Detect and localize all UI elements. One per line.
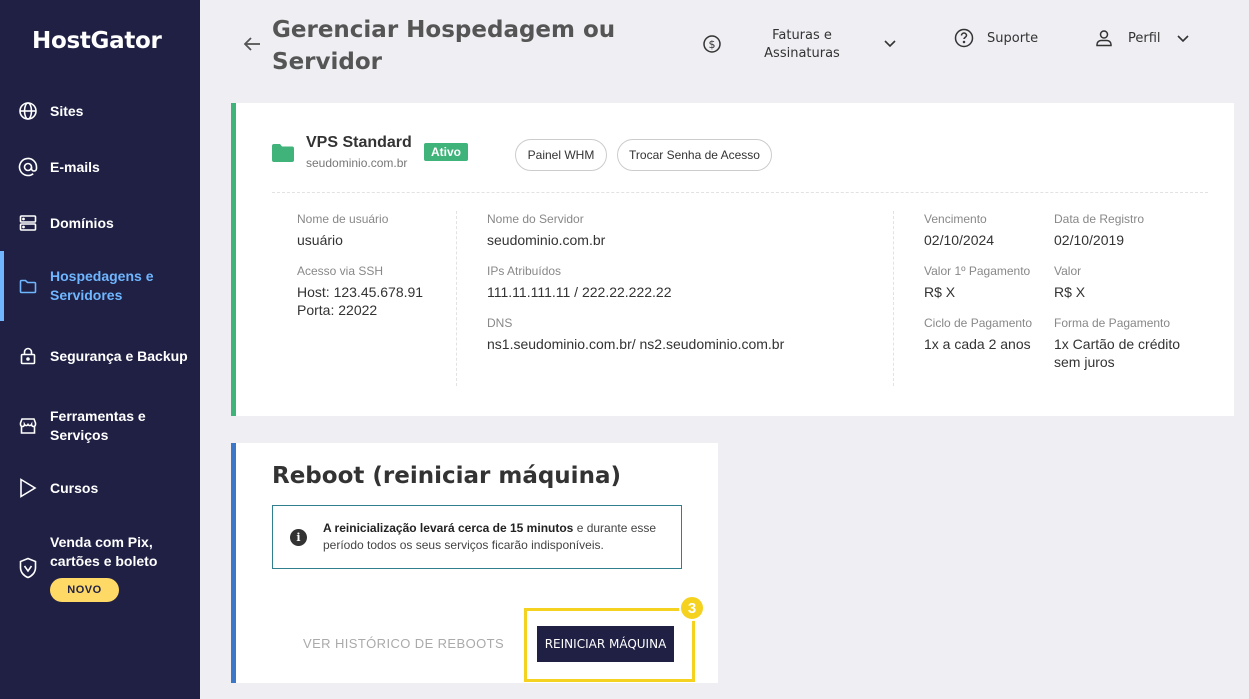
play-icon xyxy=(18,478,38,498)
first-payment-value: R$ X xyxy=(924,284,956,300)
due-date-value: 02/10/2024 xyxy=(924,232,995,248)
value-label: Valor xyxy=(1054,264,1082,278)
sidebar-item-label: E-mails xyxy=(50,158,100,175)
column-divider xyxy=(893,211,894,386)
reboot-title: Reboot (reiniciar máquina) xyxy=(272,463,621,489)
reboot-history-link[interactable]: VER HISTÓRICO DE REBOOTS xyxy=(303,636,504,651)
billing-chevron-down-icon[interactable] xyxy=(882,35,898,51)
at-icon xyxy=(18,157,38,177)
dns-value: ns1.seudominio.com.br/ ns2.seudominio.co… xyxy=(487,336,785,352)
hostgator-logo[interactable]: HostGator xyxy=(32,28,162,54)
registration-date-value: 02/10/2019 xyxy=(1054,232,1125,248)
username-label: Nome de usuário xyxy=(297,212,389,226)
sidebar-item-label: Sites xyxy=(50,102,84,119)
ssh-port-value: Porta: 22022 xyxy=(297,302,378,318)
server-icon xyxy=(18,213,38,233)
folder-icon xyxy=(272,144,294,167)
sidebar-item-label: Domínios xyxy=(50,214,114,231)
sidebar-item-venda-pix[interactable]: Venda com Pix, cartões e boleto xyxy=(0,532,200,579)
due-date-label: Vencimento xyxy=(924,212,987,226)
help-icon xyxy=(954,28,974,48)
reboot-info-bold: A reinicialização levará cerca de 15 min… xyxy=(323,521,574,535)
username-value: usuário xyxy=(297,232,343,248)
billing-menu[interactable]: Faturas e Assinaturas xyxy=(752,27,852,63)
payment-cycle-value: 1x a cada 2 anos xyxy=(924,336,1031,352)
sidebar-item-label: Cursos xyxy=(50,479,99,496)
novo-badge: NOVO xyxy=(50,578,119,602)
profile-chevron-down-icon xyxy=(1176,35,1189,43)
dns-label: DNS xyxy=(487,316,513,330)
sidebar-item-seguranca[interactable]: Segurança e Backup xyxy=(0,336,200,376)
reboot-info-box: i A reinicialização levará cerca de 15 m… xyxy=(272,505,682,569)
step-badge: 3 xyxy=(679,595,705,621)
page-title: Gerenciar Hospedagem ou Servidor xyxy=(272,17,616,75)
sidebar-item-emails[interactable]: E-mails xyxy=(0,157,200,177)
ssh-host-value: Host: 123.45.678.91 xyxy=(297,284,424,300)
support-menu[interactable]: Suporte xyxy=(954,28,1038,48)
shield-icon xyxy=(18,557,38,579)
sidebar-item-hospedagens[interactable]: Hospedagens e Servidores xyxy=(0,251,200,321)
value-value: R$ X xyxy=(1054,284,1086,300)
user-icon xyxy=(1096,30,1112,47)
change-password-button[interactable]: Trocar Senha de Acesso xyxy=(617,139,772,171)
reboot-card: Reboot (reiniciar máquina) i A reinicial… xyxy=(231,443,718,683)
profile-label: Perfil xyxy=(1128,30,1161,46)
sidebar-item-label: Segurança e Backup xyxy=(50,347,188,364)
ips-value: 111.11.111.11 / 222.22.222.22 xyxy=(487,284,672,300)
sidebar-item-sites[interactable]: Sites xyxy=(0,101,200,121)
first-payment-label: Valor 1º Pagamento xyxy=(924,264,1031,278)
server-name-value: seudominio.com.br xyxy=(487,232,606,248)
billing-icon[interactable]: $ xyxy=(702,34,722,54)
info-icon: i xyxy=(290,529,307,546)
payment-cycle-label: Ciclo de Pagamento xyxy=(924,316,1033,330)
payment-method-value: 1x Cartão de crédito sem juros xyxy=(1054,336,1181,370)
restart-machine-button[interactable]: REINICIAR MÁQUINA xyxy=(537,626,674,662)
profile-menu[interactable]: Perfil xyxy=(1095,28,1191,48)
whm-panel-button[interactable]: Painel WHM xyxy=(515,139,607,171)
registration-date-label: Data de Registro xyxy=(1054,212,1145,226)
payment-method-label: Forma de Pagamento xyxy=(1054,316,1171,330)
ssh-label: Acesso via SSH xyxy=(297,264,384,278)
status-badge: Ativo xyxy=(424,143,468,161)
support-label: Suporte xyxy=(987,30,1039,46)
sidebar-item-dominios[interactable]: Domínios xyxy=(0,213,200,233)
back-arrow-icon[interactable] xyxy=(242,34,262,54)
service-name: VPS Standard xyxy=(306,134,412,151)
lock-icon xyxy=(18,346,38,366)
sidebar-item-cursos[interactable]: Cursos xyxy=(0,478,200,498)
reboot-info-text: A reinicialização levará cerca de 15 min… xyxy=(323,520,673,554)
sidebar-item-ferramentas[interactable]: Ferramentas e Serviços xyxy=(0,406,200,446)
server-name-label: Nome do Servidor xyxy=(487,212,584,226)
service-card: VPS Standard seudominio.com.br Ativo Pai… xyxy=(231,103,1234,416)
sidebar-item-label: Venda com Pix, cartões e boleto xyxy=(50,534,158,569)
ips-label: IPs Atribuídos xyxy=(487,264,562,278)
folder-icon xyxy=(18,276,38,296)
sidebar-item-label: Ferramentas e Serviços xyxy=(50,408,146,443)
globe-icon xyxy=(18,101,38,121)
column-divider xyxy=(456,211,457,386)
store-icon xyxy=(18,416,38,436)
service-domain: seudominio.com.br xyxy=(306,156,408,170)
sidebar-item-label: Hospedagens e Servidores xyxy=(50,268,154,303)
svg-text:$: $ xyxy=(709,38,716,51)
sidebar: HostGator Sites E-mails Domínios Hospeda… xyxy=(0,0,200,699)
card-divider xyxy=(272,192,1208,193)
